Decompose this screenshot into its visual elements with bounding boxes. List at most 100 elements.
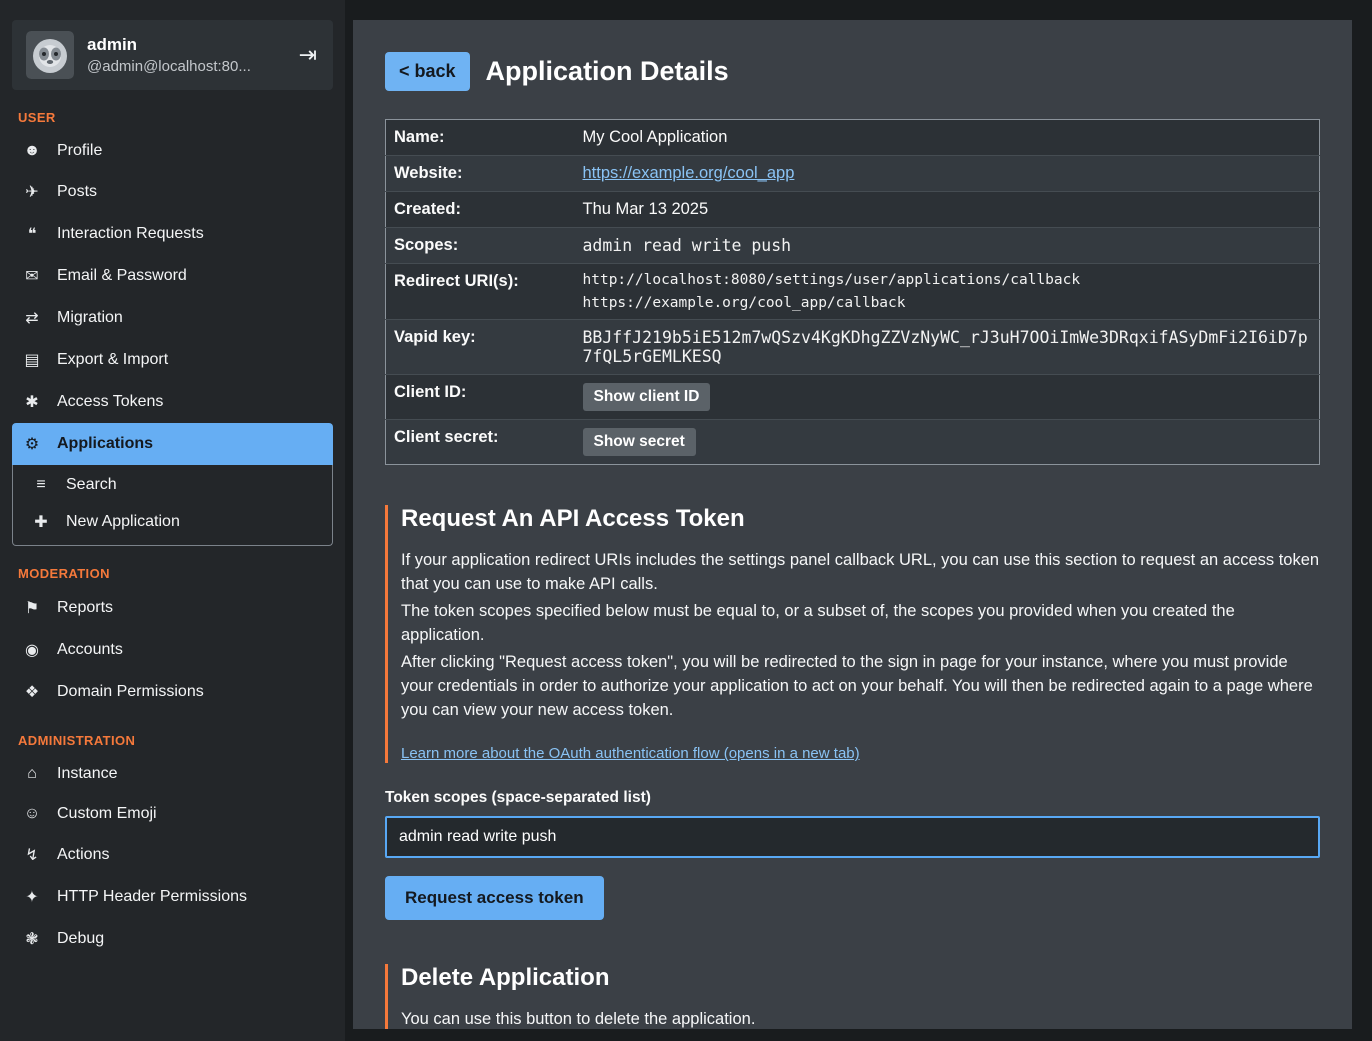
sidebar-item-custom-emoji[interactable]: ☺ Custom Emoji [12, 794, 333, 834]
sidebar-item-new-application[interactable]: ✚ New Application [13, 503, 332, 541]
sidebar-item-label: Email & Password [57, 267, 187, 285]
logout-icon[interactable]: ⇥ [297, 42, 319, 68]
detail-value: My Cool Application [573, 120, 1320, 156]
username: admin [87, 35, 284, 55]
detail-value-scopes: admin read write push [573, 228, 1320, 264]
comment-icon: ❝ [22, 224, 42, 244]
website-link[interactable]: https://example.org/cool_app [583, 164, 795, 182]
sidebar-item-label: Posts [57, 183, 97, 201]
sidebar-item-interaction-requests[interactable]: ❝ Interaction Requests [12, 213, 333, 255]
sidebar-item-label: Custom Emoji [57, 805, 157, 823]
detail-label: Client ID: [386, 375, 573, 420]
redirect-uri-1: http://localhost:8080/settings/user/appl… [583, 272, 1310, 288]
users-icon: ◉ [22, 640, 42, 660]
detail-label: Name: [386, 120, 573, 156]
page-header: < back Application Details [385, 52, 1320, 91]
sidebar-item-accounts[interactable]: ◉ Accounts [12, 629, 333, 671]
show-secret-button[interactable]: Show secret [583, 428, 696, 456]
detail-row-created: Created: Thu Mar 13 2025 [386, 192, 1320, 228]
exchange-icon: ⇄ [22, 308, 42, 328]
list-icon: ≡ [31, 476, 51, 494]
sidebar-item-email-password[interactable]: ✉ Email & Password [12, 255, 333, 297]
sidebar-item-export-import[interactable]: ▤ Export & Import [12, 339, 333, 381]
show-client-id-button[interactable]: Show client ID [583, 383, 711, 411]
smiley-icon: ☺ [22, 805, 42, 823]
back-button[interactable]: < back [385, 52, 470, 91]
main-content: < back Application Details Name: My Cool… [353, 20, 1352, 1029]
request-token-paragraph: If your application redirect URIs includ… [401, 549, 1320, 597]
request-token-section: Request An API Access Token If your appl… [385, 505, 1320, 763]
user-handle: @admin@localhost:80... [87, 58, 265, 75]
sidebar-nav-user: ☻ Profile ✈ Posts ❝ Interaction Requests… [0, 131, 345, 546]
sidebar-item-label: Interaction Requests [57, 225, 204, 243]
plus-icon: ✚ [31, 512, 51, 532]
sidebar-item-access-tokens[interactable]: ✱ Access Tokens [12, 381, 333, 423]
sidebar-item-label: Reports [57, 599, 113, 617]
sidebar-item-label: New Application [66, 513, 180, 531]
floppy-disk-icon: ▤ [22, 350, 42, 370]
sidebar-item-profile[interactable]: ☻ Profile [12, 131, 333, 171]
asterisk-icon: ✱ [22, 392, 42, 412]
plug-icon: ⚙ [22, 434, 42, 454]
sidebar-item-debug[interactable]: ❃ Debug [12, 918, 333, 960]
request-token-paragraph: After clicking "Request access token", y… [401, 651, 1320, 723]
page-title: Application Details [486, 56, 729, 87]
applications-group: ⚙ Applications ≡ Search ✚ New Applicatio… [0, 423, 345, 546]
section-title-user: USER [18, 110, 327, 125]
flag-icon: ⚑ [22, 598, 42, 618]
sidebar-item-label: Actions [57, 846, 109, 864]
sidebar-item-label: Debug [57, 930, 104, 948]
sidebar-item-label: Export & Import [57, 351, 168, 369]
sidebar-item-actions[interactable]: ↯ Actions [12, 834, 333, 876]
sidebar-item-label: Access Tokens [57, 393, 163, 411]
sidebar-item-http-header-permissions[interactable]: ✦ HTTP Header Permissions [12, 876, 333, 918]
oauth-docs-link[interactable]: Learn more about the OAuth authenticatio… [401, 745, 860, 762]
sidebar-item-posts[interactable]: ✈ Posts [12, 171, 333, 213]
token-scopes-input[interactable] [385, 816, 1320, 858]
section-title-moderation: MODERATION [18, 566, 327, 581]
detail-row-client-id: Client ID: Show client ID [386, 375, 1320, 420]
envelope-icon: ✉ [22, 266, 42, 286]
bolt-icon: ↯ [22, 845, 42, 865]
user-card[interactable]: admin @admin@localhost:80... ⇥ [12, 20, 333, 90]
delete-application-text: You can use this button to delete the ap… [401, 1008, 1320, 1029]
detail-label: Scopes: [386, 228, 573, 264]
sidebar-item-label: Profile [57, 142, 102, 160]
sidebar-nav-moderation: ⚑ Reports ◉ Accounts ❖ Domain Permission… [0, 587, 345, 713]
delete-application-heading: Delete Application [401, 964, 1320, 992]
detail-row-name: Name: My Cool Application [386, 120, 1320, 156]
bug-icon: ❃ [22, 929, 42, 949]
sidebar-item-applications-search[interactable]: ≡ Search [13, 467, 332, 503]
sidebar-item-label: Applications [57, 435, 153, 453]
paper-plane-icon: ✈ [22, 182, 42, 202]
detail-row-scopes: Scopes: admin read write push [386, 228, 1320, 264]
token-form: Token scopes (space-separated list) Requ… [385, 789, 1320, 920]
detail-label: Client secret: [386, 420, 573, 465]
sidebar: admin @admin@localhost:80... ⇥ USER ☻ Pr… [0, 0, 345, 1041]
sidebar-item-label: Accounts [57, 641, 123, 659]
avatar [26, 31, 74, 79]
detail-label: Website: [386, 156, 573, 192]
sidebar-nav-administration: ⌂ Instance ☺ Custom Emoji ↯ Actions ✦ HT… [0, 754, 345, 960]
sidebar-item-migration[interactable]: ⇄ Migration [12, 297, 333, 339]
share-nodes-icon: ❖ [22, 682, 42, 702]
request-access-token-button[interactable]: Request access token [385, 876, 604, 920]
sidebar-item-domain-permissions[interactable]: ❖ Domain Permissions [12, 671, 333, 713]
detail-row-website: Website: https://example.org/cool_app [386, 156, 1320, 192]
detail-row-client-secret: Client secret: Show secret [386, 420, 1320, 465]
detail-label: Vapid key: [386, 320, 573, 375]
token-scopes-label: Token scopes (space-separated list) [385, 789, 1320, 807]
detail-row-redirect-uris: Redirect URI(s): http://localhost:8080/s… [386, 264, 1320, 320]
sidebar-item-reports[interactable]: ⚑ Reports [12, 587, 333, 629]
detail-value: Thu Mar 13 2025 [573, 192, 1320, 228]
sidebar-item-applications[interactable]: ⚙ Applications [12, 423, 333, 465]
user-meta: admin @admin@localhost:80... [87, 35, 284, 75]
user-icon: ☻ [22, 142, 42, 160]
detail-value-vapid: BBJffJ219b5iE512m7wQSzv4KgKDhgZZVzNyWC_r… [573, 320, 1320, 375]
sidebar-item-instance[interactable]: ⌂ Instance [12, 754, 333, 794]
request-token-heading: Request An API Access Token [401, 505, 1320, 533]
sidebar-item-label: Search [66, 476, 117, 494]
sidebar-item-label: Domain Permissions [57, 683, 204, 701]
section-title-administration: ADMINISTRATION [18, 733, 327, 748]
detail-row-vapid-key: Vapid key: BBJffJ219b5iE512m7wQSzv4KgKDh… [386, 320, 1320, 375]
